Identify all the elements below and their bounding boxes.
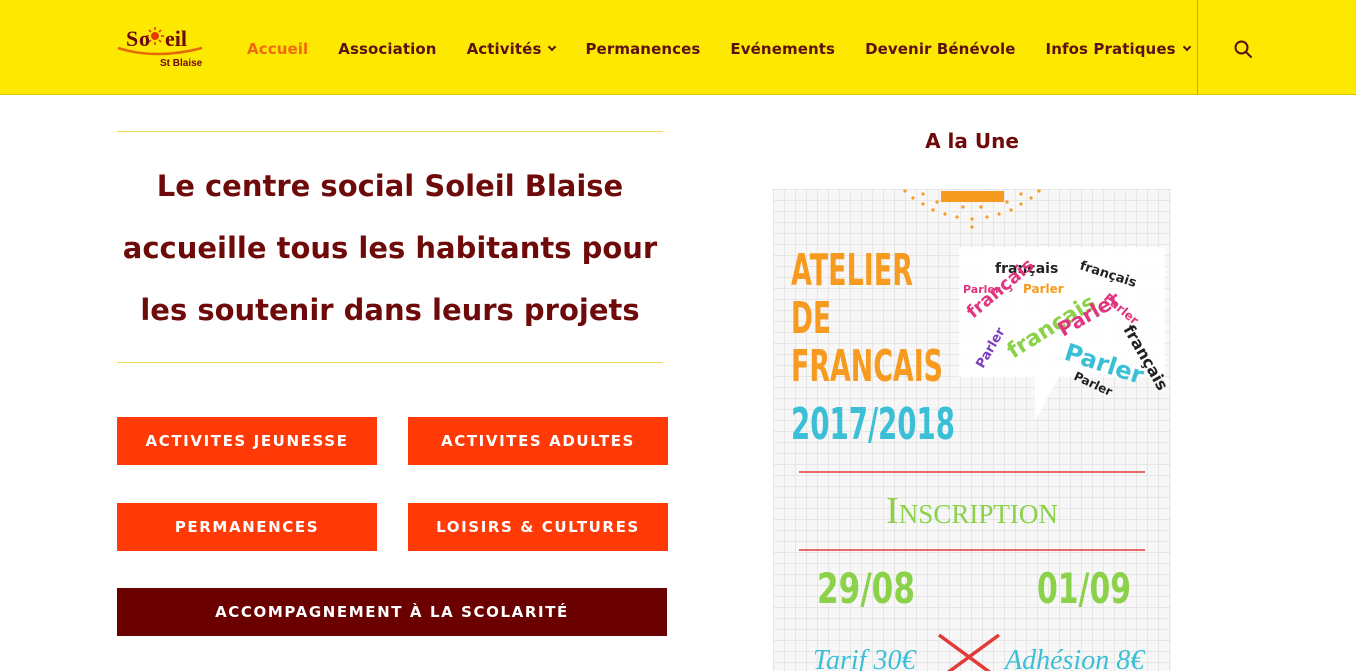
poster-title-line: DE [791,293,831,344]
nav-item-infos-pratiques[interactable]: Infos Pratiques [1045,40,1191,58]
hero-divider-top [117,131,663,132]
nav-item-activites[interactable]: Activités [466,40,557,58]
poster-title-line: ATELIER [791,245,913,296]
nav-item-permanences[interactable]: Permanences [585,40,700,58]
hero-line: Le centre social Soleil Blaise [156,169,624,203]
nav-label: Evénements [730,40,836,58]
hero-line: accueille tous les habitants pour [122,231,658,265]
cloud-word: Parler [963,283,1001,296]
permanences-button[interactable]: PERMANENCES [117,503,377,551]
accompagnement-scolarite-button[interactable]: ACCOMPAGNEMENT À LA SCOLARITÉ [117,588,667,636]
poster-date-start: 29/08 [817,564,915,613]
poster-tarif: Tarif 30€ [813,645,917,671]
poster-date-end: 01/09 [1037,564,1131,613]
poster-title-line: FRANCAIS [791,341,943,392]
chevron-down-icon [548,42,557,52]
hero-line: les soutenir dans leurs projets [140,293,640,327]
chevron-down-icon [1182,42,1191,52]
poster-inscription: Inscription [886,490,1058,532]
activites-adultes-button[interactable]: ACTIVITES ADULTES [408,417,668,465]
svg-text:o: o [139,26,150,51]
header-divider [1197,0,1198,95]
nav-item-devenir-benevole[interactable]: Devenir Bénévole [865,40,1015,58]
activites-jeunesse-button[interactable]: ACTIVITES JEUNESSE [117,417,377,465]
hero-divider-bottom [117,362,663,363]
nav-item-association[interactable]: Association [338,40,436,58]
loisirs-cultures-button[interactable]: LOISIRS & CULTURES [408,503,668,551]
nav-label: Accueil [247,40,309,58]
nav-label: Association [338,40,437,58]
nav-label: Permanences [585,40,701,58]
site-header: S eil o St Blaise Accueil Association Ac… [0,0,1356,95]
poster-adhesion: Adhésion 8€ [1003,645,1146,671]
main-nav: Accueil Association Activités Permanence… [247,38,1191,60]
hero-heading: Le centre social Soleil Blaise accueille… [117,155,663,341]
nav-label: Devenir Bénévole [865,40,1016,58]
nav-item-accueil[interactable]: Accueil [247,40,308,58]
word-cloud: français français français français Parl… [959,247,1171,421]
logo-subtext: St Blaise [160,58,203,69]
poster-decoration [941,191,1004,202]
a-la-une-title: A la Une [925,129,1019,153]
nav-label: Activités [466,40,542,58]
cloud-word: Parler [1023,282,1064,296]
featured-poster[interactable]: ATELIER DE FRANCAIS 2017/2018 français f… [773,189,1171,671]
nav-item-evenements[interactable]: Evénements [730,40,835,58]
poster-year: 2017/2018 [791,399,955,450]
search-icon [1234,40,1252,58]
nav-label: Infos Pratiques [1045,40,1176,58]
logo-text: S [126,26,138,51]
site-logo[interactable]: S eil o St Blaise [116,24,206,70]
cross-icon [937,633,1001,671]
search-button[interactable] [1232,38,1254,60]
svg-text:eil: eil [165,26,187,51]
